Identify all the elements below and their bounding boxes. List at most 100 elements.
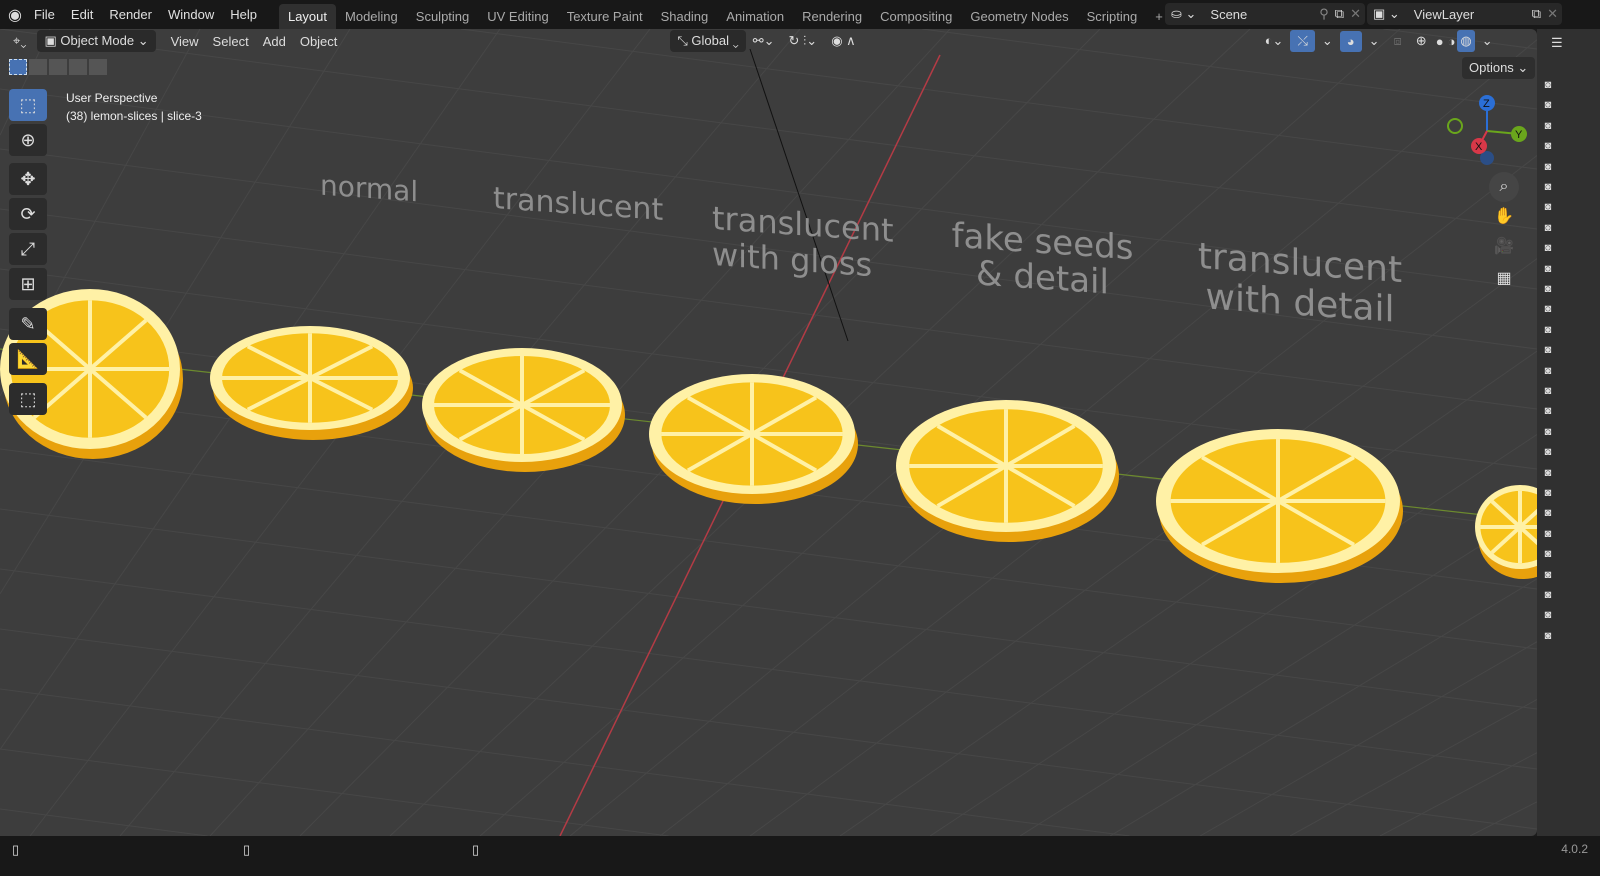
overlay-toggle[interactable]: ◕: [1339, 30, 1362, 52]
lemon-slice[interactable]: [649, 374, 858, 504]
tool-measure[interactable]: 📐: [9, 343, 47, 375]
menu-window[interactable]: Window: [160, 7, 222, 22]
camera-icon[interactable]: ◙: [1541, 507, 1555, 519]
camera-icon[interactable]: ◙: [1541, 161, 1555, 173]
scene-name[interactable]: Scene: [1210, 7, 1319, 22]
camera-view-button[interactable]: 🎥: [1489, 232, 1519, 262]
xray-toggle[interactable]: ⧈: [1387, 30, 1409, 52]
zoom-view-button[interactable]: ⌕: [1489, 172, 1519, 202]
viewlayer-selector[interactable]: ▣ ⌄ ViewLayer ⧉ ✕: [1367, 3, 1562, 25]
camera-icon[interactable]: ◙: [1541, 303, 1555, 315]
camera-icon[interactable]: ◙: [1541, 79, 1555, 91]
tool-select[interactable]: ⬚: [9, 89, 47, 121]
menu-file[interactable]: File: [26, 7, 63, 22]
camera-icon[interactable]: ◙: [1541, 569, 1555, 581]
menu-help[interactable]: Help: [222, 7, 265, 22]
navigation-gizmo[interactable]: Z Y X: [1443, 91, 1533, 181]
camera-icon[interactable]: ◙: [1541, 283, 1555, 295]
camera-icon[interactable]: ◙: [1541, 609, 1555, 621]
tab-sculpting[interactable]: Sculpting: [407, 4, 478, 29]
camera-icon[interactable]: ◙: [1541, 405, 1555, 417]
shading-material[interactable]: ◑: [1446, 31, 1458, 52]
shading-dropdown[interactable]: ⌄: [1475, 30, 1500, 52]
camera-icon[interactable]: ◙: [1541, 222, 1555, 234]
tool-cursor[interactable]: ⊕: [9, 124, 47, 156]
tab-texture-paint[interactable]: Texture Paint: [558, 4, 652, 29]
tab-rendering[interactable]: Rendering: [793, 4, 871, 29]
new-viewlayer-icon[interactable]: ⧉: [1532, 6, 1541, 22]
lemon-slice[interactable]: [1156, 429, 1403, 583]
menu-select[interactable]: Select: [206, 31, 256, 52]
overlay-dropdown[interactable]: ⌄: [1362, 30, 1387, 52]
tool-move[interactable]: ✥: [9, 163, 47, 195]
orientation-dropdown[interactable]: ⤡ Global ⌄: [670, 30, 746, 52]
tool-transform[interactable]: ⊞: [9, 268, 47, 300]
menu-view[interactable]: View: [164, 31, 206, 52]
gizmo-toggle[interactable]: ⤯: [1290, 30, 1315, 52]
camera-icon[interactable]: ◙: [1541, 589, 1555, 601]
camera-icon[interactable]: ◙: [1541, 181, 1555, 193]
menu-add[interactable]: Add: [256, 31, 293, 52]
shading-wireframe[interactable]: ⊕: [1409, 30, 1434, 52]
menu-edit[interactable]: Edit: [63, 7, 101, 22]
camera-icon[interactable]: ◙: [1541, 548, 1555, 560]
new-scene-icon[interactable]: ⧉: [1335, 6, 1344, 22]
camera-icon[interactable]: ◙: [1541, 365, 1555, 377]
camera-icon[interactable]: ◙: [1541, 120, 1555, 132]
tool-add-cube[interactable]: ⬚: [9, 383, 47, 415]
visibility-dropdown[interactable]: ◐⌄: [1258, 30, 1291, 52]
perspective-toggle-button[interactable]: ▦: [1489, 264, 1519, 294]
camera-icon[interactable]: ◙: [1541, 242, 1555, 254]
camera-icon[interactable]: ◙: [1541, 99, 1555, 111]
tab-layout[interactable]: Layout: [278, 4, 337, 29]
tab-shading[interactable]: Shading: [652, 4, 718, 29]
blender-logo-icon[interactable]: ◉: [8, 5, 22, 25]
editor-type-button[interactable]: ⌖⌄: [6, 30, 33, 52]
options-dropdown[interactable]: Options ⌄: [1462, 57, 1536, 79]
menu-render[interactable]: Render: [101, 7, 160, 22]
camera-icon[interactable]: ◙: [1541, 467, 1555, 479]
camera-icon[interactable]: ◙: [1541, 528, 1555, 540]
select-intersect-button[interactable]: [89, 59, 107, 75]
outliner-icon[interactable]: ☰: [1551, 35, 1563, 51]
menu-object[interactable]: Object: [293, 31, 345, 52]
camera-icon[interactable]: ◙: [1541, 201, 1555, 213]
lemon-slice[interactable]: [1475, 485, 1537, 579]
proportional-edit-toggle[interactable]: ◉ ∧: [824, 30, 862, 52]
tab-animation[interactable]: Animation: [717, 4, 793, 29]
select-invert-button[interactable]: [69, 59, 87, 75]
lemon-slice[interactable]: [210, 326, 413, 440]
close-icon[interactable]: ✕: [1547, 6, 1558, 22]
camera-icon[interactable]: ◙: [1541, 324, 1555, 336]
tab-compositing[interactable]: Compositing: [871, 4, 961, 29]
camera-icon[interactable]: ◙: [1541, 487, 1555, 499]
scene-selector[interactable]: ⛀ ⌄ Scene ⚲ ⧉ ✕: [1165, 3, 1365, 25]
lemon-slice[interactable]: [896, 400, 1119, 542]
mode-dropdown[interactable]: ▣ Object Mode ⌄: [37, 30, 156, 52]
shading-rendered[interactable]: ◍: [1457, 30, 1475, 52]
lemon-slice[interactable]: [422, 348, 625, 472]
select-subtract-button[interactable]: [49, 59, 67, 75]
select-new-button[interactable]: [9, 59, 27, 75]
pan-view-button[interactable]: ✋: [1489, 202, 1519, 232]
gizmo-dropdown[interactable]: ⌄: [1315, 30, 1340, 52]
camera-icon[interactable]: ◙: [1541, 446, 1555, 458]
tab-scripting[interactable]: Scripting: [1078, 4, 1147, 29]
tool-annotate[interactable]: ✎: [9, 308, 47, 340]
shading-solid[interactable]: ●: [1434, 31, 1446, 52]
snap-toggle[interactable]: ↻ ⫶⌄: [782, 30, 825, 52]
viewlayer-name[interactable]: ViewLayer: [1414, 7, 1532, 22]
camera-icon[interactable]: ◙: [1541, 344, 1555, 356]
tool-scale[interactable]: ⤢: [9, 233, 47, 265]
tab-modeling[interactable]: Modeling: [336, 4, 407, 29]
tab-geometry-nodes[interactable]: Geometry Nodes: [961, 4, 1077, 29]
pivot-dropdown[interactable]: ⚯⌄: [746, 30, 782, 52]
camera-icon[interactable]: ◙: [1541, 630, 1555, 642]
pin-icon[interactable]: ⚲: [1319, 6, 1329, 22]
3d-viewport[interactable]: ⌖⌄ ▣ Object Mode ⌄ View Select Add Objec…: [0, 29, 1537, 836]
camera-icon[interactable]: ◙: [1541, 385, 1555, 397]
select-extend-button[interactable]: [29, 59, 47, 75]
tab-uv-editing[interactable]: UV Editing: [478, 4, 557, 29]
camera-icon[interactable]: ◙: [1541, 140, 1555, 152]
camera-icon[interactable]: ◙: [1541, 426, 1555, 438]
